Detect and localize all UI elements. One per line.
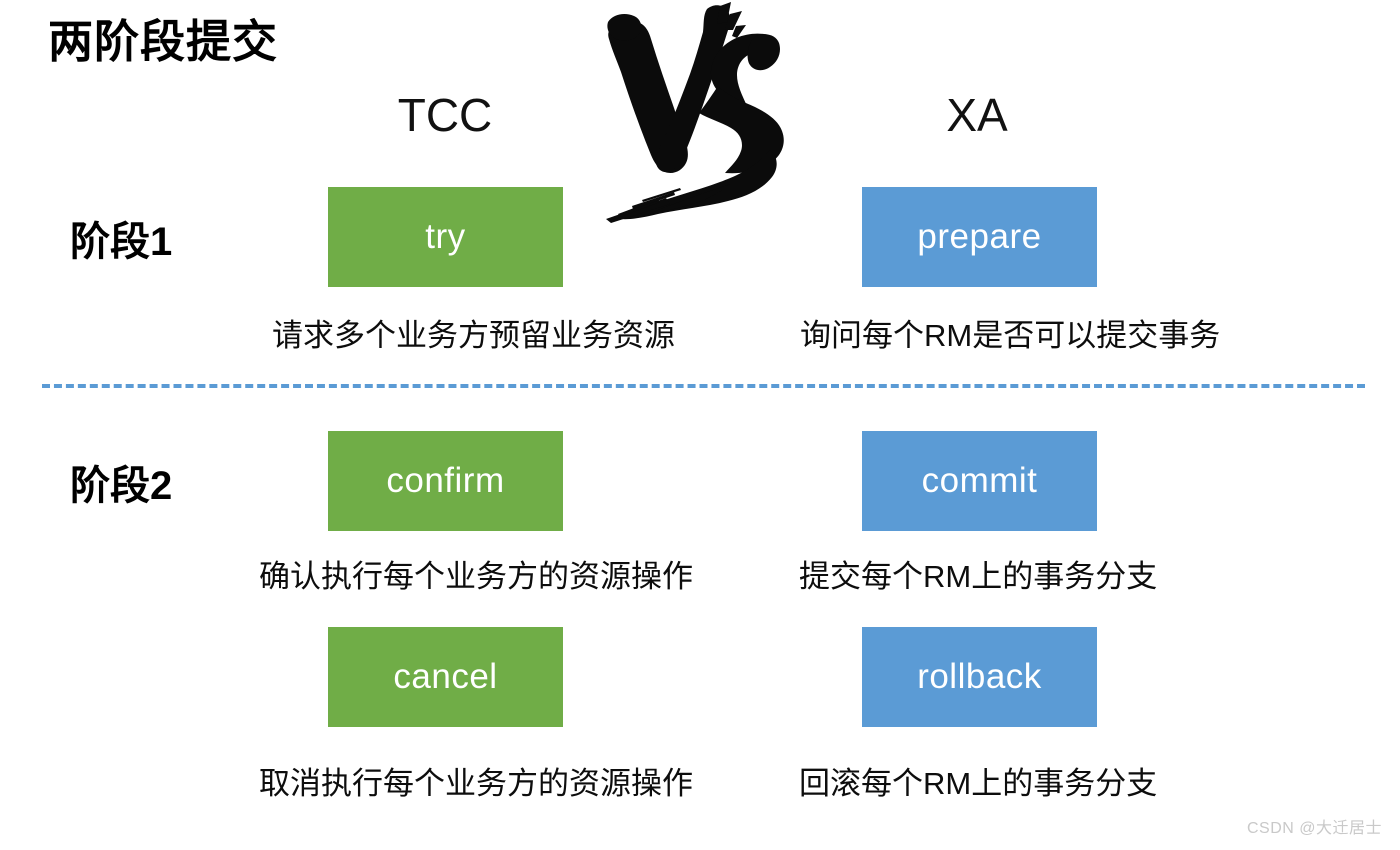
step-box-confirm[interactable]: confirm: [328, 431, 563, 531]
vs-brush-icon: [570, 0, 810, 225]
step-box-rollback[interactable]: rollback: [862, 627, 1097, 727]
column-header-xa: XA: [946, 89, 1008, 141]
phase-label-2: 阶段2: [70, 464, 173, 508]
step-box-try[interactable]: try: [328, 187, 563, 287]
watermark: CSDN @大迁居士: [1246, 820, 1382, 837]
phase-label-1: 阶段1: [70, 220, 173, 264]
column-header-tcc: TCC: [397, 89, 493, 141]
phase-divider: [42, 384, 1365, 388]
caption-cancel: 取消执行每个业务方的资源操作: [259, 766, 693, 801]
step-box-cancel[interactable]: cancel: [328, 627, 563, 727]
step-box-commit[interactable]: commit: [862, 431, 1097, 531]
caption-rollback: 回滚每个RM上的事务分支: [799, 766, 1158, 801]
caption-try: 请求多个业务方预留业务资源: [272, 318, 675, 353]
page-title: 两阶段提交: [48, 16, 279, 67]
step-box-prepare[interactable]: prepare: [862, 187, 1097, 287]
caption-confirm: 确认执行每个业务方的资源操作: [259, 559, 693, 594]
caption-prepare: 询问每个RM是否可以提交事务: [800, 318, 1221, 353]
caption-commit: 提交每个RM上的事务分支: [799, 559, 1158, 594]
slide-canvas: 两阶段提交 TCC XA 阶段1 try prepare 请求多个业务方预留业务…: [0, 0, 1400, 850]
